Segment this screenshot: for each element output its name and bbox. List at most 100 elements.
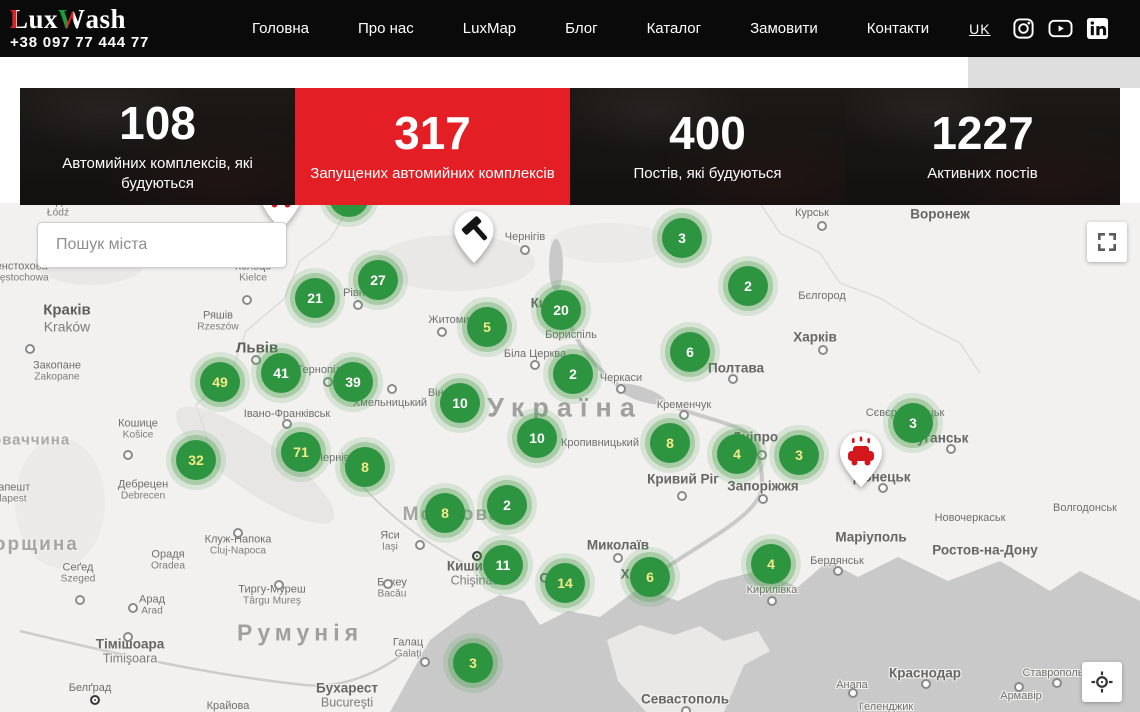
map-city-dot bbox=[520, 245, 530, 255]
cluster-marker[interactable]: 8 bbox=[425, 493, 465, 533]
top-nav: LuxWash +38 097 77 444 77 Головна Про нас… bbox=[0, 0, 1140, 57]
cluster-marker[interactable]: 2 bbox=[728, 266, 768, 306]
linkedin-icon[interactable] bbox=[1086, 17, 1109, 40]
fullscreen-button[interactable] bbox=[1087, 222, 1127, 262]
map-city-label: Хмельницький bbox=[353, 397, 427, 409]
map-city-dot bbox=[123, 632, 133, 642]
map-city-dot bbox=[437, 327, 447, 337]
map-city-label: Тиргу-МурешTârgu Mureş bbox=[238, 584, 305, 607]
map-city-label: ЛодзьŁódź bbox=[43, 203, 73, 219]
logo-ash: ash bbox=[86, 4, 127, 34]
cluster-marker[interactable]: 20 bbox=[541, 290, 581, 330]
nav-item-2[interactable]: Про нас bbox=[358, 20, 414, 37]
cluster-marker[interactable]: 71 bbox=[281, 432, 321, 472]
map-city-dot bbox=[848, 688, 858, 698]
map-background bbox=[0, 203, 1140, 712]
nav-item-7[interactable]: Контакти bbox=[867, 20, 929, 37]
map-city-dot bbox=[415, 540, 425, 550]
instagram-icon[interactable] bbox=[1012, 17, 1035, 40]
cluster-marker[interactable]: 49 bbox=[200, 362, 240, 402]
map-city-label: ДебреценDebrecen bbox=[118, 479, 168, 502]
nav-item-6[interactable]: Замовити bbox=[750, 20, 818, 37]
cluster-marker[interactable]: 21 bbox=[295, 278, 335, 318]
cluster-marker[interactable]: 8 bbox=[345, 447, 385, 487]
map-city-dot bbox=[233, 528, 243, 538]
main-nav: Головна Про нас LuxMap Блог Каталог Замовити К… bbox=[252, 20, 929, 37]
cluster-marker[interactable]: 3 bbox=[662, 218, 702, 258]
map-city-dot bbox=[128, 603, 138, 613]
nav-item-4[interactable]: Блог bbox=[565, 20, 597, 37]
cluster-marker[interactable]: 2 bbox=[487, 485, 527, 525]
map-city-dot bbox=[90, 695, 100, 705]
my-location-button[interactable] bbox=[1082, 662, 1122, 702]
nav-item-5[interactable]: Каталог bbox=[647, 20, 702, 37]
social-links bbox=[1012, 17, 1109, 40]
stat-label: Активних постів bbox=[927, 164, 1037, 184]
youtube-icon[interactable] bbox=[1048, 17, 1073, 40]
map-city-label: Волгодонськ bbox=[1053, 502, 1117, 514]
phone-number[interactable]: +38 097 77 444 77 bbox=[10, 34, 222, 51]
cluster-marker[interactable]: 10 bbox=[440, 383, 480, 423]
map-city-dot bbox=[420, 657, 430, 667]
map-city-label: Армавір bbox=[1000, 690, 1042, 702]
map-city-label: БакеуBacău bbox=[377, 577, 407, 600]
map-city-dot bbox=[353, 300, 363, 310]
map-city-label: Ставрополь bbox=[1022, 667, 1083, 679]
nav-item-3[interactable]: LuxMap bbox=[463, 20, 516, 37]
cluster-marker[interactable]: 6 bbox=[630, 557, 670, 597]
cluster-marker[interactable]: 3 bbox=[779, 435, 819, 475]
map-city-label: БудапештBudapest bbox=[0, 482, 30, 505]
map-city-dot bbox=[242, 295, 252, 305]
map-city-label: ЗакопанеZakopane bbox=[33, 360, 81, 383]
cluster-marker[interactable]: 11 bbox=[483, 545, 523, 585]
cluster-marker[interactable]: 39 bbox=[333, 362, 373, 402]
map-city-label: Харків bbox=[793, 330, 837, 345]
map-city-label: Бориспіль bbox=[545, 329, 597, 341]
logo-ux: ux bbox=[29, 4, 59, 34]
cluster-marker[interactable]: 41 bbox=[261, 353, 301, 393]
map-city-dot bbox=[274, 580, 284, 590]
map-city-label: КошицеKošice bbox=[118, 418, 158, 441]
map-city-dot bbox=[921, 679, 931, 689]
map-region-label: Угорщина bbox=[0, 534, 79, 556]
cluster-marker[interactable]: 4 bbox=[751, 544, 791, 584]
logo-text: LuxWash bbox=[10, 6, 222, 32]
cluster-marker[interactable]: 3 bbox=[453, 643, 493, 683]
cluster-marker[interactable]: 10 bbox=[517, 418, 557, 458]
map-city-dot bbox=[757, 450, 767, 460]
stat-card-2: 317 Запущених автомийних комплексів bbox=[295, 88, 570, 205]
map-city-label: Чернігів bbox=[505, 231, 545, 243]
logo[interactable]: LuxWash +38 097 77 444 77 bbox=[10, 6, 222, 51]
map-region-label: Румунія bbox=[237, 620, 363, 647]
map-city-dot bbox=[383, 579, 393, 589]
map-canvas[interactable]: ЛодзьŁódźЧенстоховаCzęstochowaКельцеKiel… bbox=[0, 203, 1140, 712]
cluster-marker[interactable]: 2 bbox=[553, 354, 593, 394]
map-city-dot bbox=[123, 450, 133, 460]
cluster-marker[interactable]: 6 bbox=[670, 332, 710, 372]
map-city-label: БухарестBucureşti bbox=[316, 681, 378, 710]
map-city-label: Маріуполь bbox=[835, 530, 906, 545]
stat-label: Запущених автомийних комплексів bbox=[310, 164, 554, 184]
cluster-marker[interactable]: 27 bbox=[358, 260, 398, 300]
cluster-marker[interactable]: 14 bbox=[545, 563, 585, 603]
cluster-marker[interactable]: 3 bbox=[893, 403, 933, 443]
map-city-dot bbox=[767, 596, 777, 606]
cluster-marker[interactable]: 32 bbox=[176, 440, 216, 480]
nav-item-1[interactable]: Головна bbox=[252, 20, 309, 37]
map-city-dot bbox=[282, 419, 292, 429]
map-city-label: Новочеркаськ bbox=[935, 512, 1006, 524]
language-switcher[interactable]: UK bbox=[969, 21, 990, 37]
cluster-marker[interactable]: 4 bbox=[717, 434, 757, 474]
map-city-label: Кирилівка bbox=[747, 584, 798, 596]
stat-value: 317 bbox=[394, 109, 471, 157]
map-city-label: Геленджик bbox=[859, 701, 913, 712]
carwash-pin[interactable] bbox=[838, 431, 884, 493]
search-input[interactable] bbox=[37, 222, 287, 268]
cluster-marker[interactable]: 5 bbox=[467, 307, 507, 347]
cluster-marker[interactable]: 8 bbox=[650, 423, 690, 463]
map-city-label: СеґедSzeged bbox=[61, 562, 96, 585]
construction-pin[interactable] bbox=[452, 210, 496, 269]
map-city-label: Курськ bbox=[795, 207, 829, 219]
map-city-dot bbox=[681, 706, 691, 712]
map-city-label: Кропивницький bbox=[561, 437, 639, 449]
